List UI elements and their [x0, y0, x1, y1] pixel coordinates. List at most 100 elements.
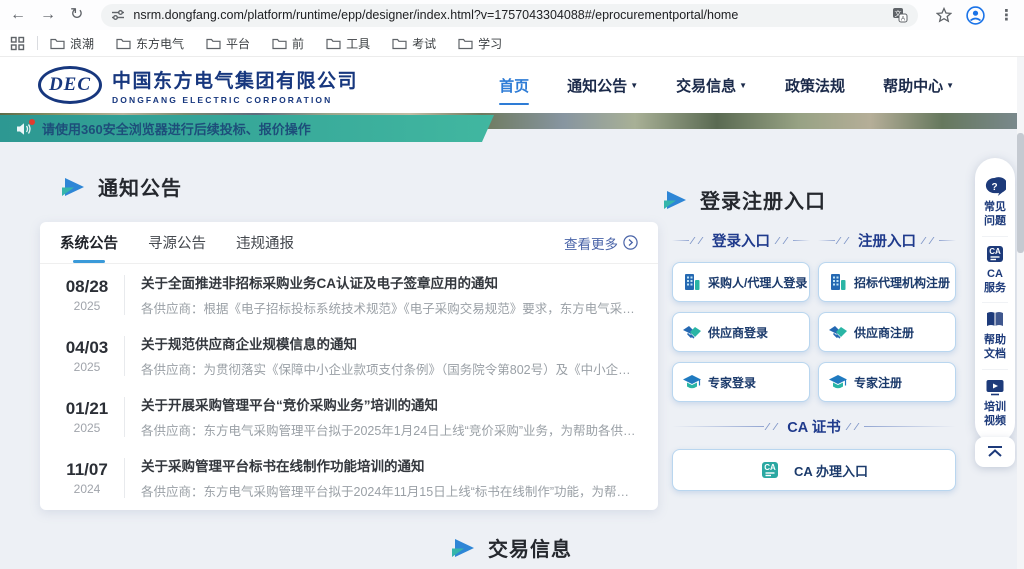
collapse-up-icon: [986, 445, 1004, 459]
notice-date: 01/21 2025: [62, 399, 112, 435]
circle-arrow-icon: [623, 235, 638, 250]
notice-ticker[interactable]: 请使用360安全浏览器进行后续投标、报价操作: [0, 115, 494, 142]
notice-date: 08/28 2025: [62, 277, 112, 313]
tab-system-notices[interactable]: 系统公告: [60, 222, 118, 263]
nav-help-center[interactable]: 帮助中心▼: [883, 75, 954, 96]
divider: [37, 36, 38, 50]
supplier-login-button[interactable]: 供应商登录: [672, 312, 810, 352]
trade-info-section: 交易信息: [0, 533, 1024, 562]
nav-home[interactable]: 首页: [499, 75, 529, 96]
bookmark-folder[interactable]: 考试: [392, 35, 436, 52]
bidding-agency-register-button[interactable]: 招标代理机构注册: [818, 262, 956, 302]
bookmarks-bar: 浪潮 东方电气 平台 前 工具 考试 学习: [0, 30, 1024, 57]
bookmark-folder[interactable]: 前: [272, 35, 304, 52]
bookmark-folder[interactable]: 工具: [326, 35, 370, 52]
notice-summary: 各供应商：东方电气采购管理平台拟于2024年11月15日上线“标书在线制作”功能…: [141, 481, 640, 500]
browser-toolbar: ← → ↻ nsrm.dongfang.com/platform/runtime…: [0, 0, 1024, 30]
sidebar-item-ca-service[interactable]: CA CA服务: [982, 236, 1008, 303]
folder-icon: [392, 37, 407, 50]
bookmark-star-icon[interactable]: [936, 7, 952, 23]
login-register-panel: 登录入口 注册入口 采购人/代理人登录 招标代理机构注册: [672, 230, 956, 491]
nav-notices[interactable]: 通知公告▼: [567, 75, 638, 96]
graduation-cap-icon: [682, 372, 702, 392]
notice-title[interactable]: 关于规范供应商企业规模信息的通知: [141, 333, 640, 353]
sidebar-item-help-docs[interactable]: 帮助文档: [982, 302, 1008, 369]
chevron-down-icon: ▼: [946, 81, 954, 90]
scrollbar-track[interactable]: [1017, 57, 1024, 569]
sidebar-item-training-videos[interactable]: 培训视频: [982, 369, 1008, 436]
nav-policies[interactable]: 政策法规: [785, 75, 845, 96]
register-entry-header: 注册入口: [818, 230, 956, 250]
section-arrow-icon: [62, 178, 84, 196]
notice-date: 04/03 2025: [62, 338, 112, 374]
ca-card-icon: CA: [985, 244, 1005, 264]
tab-sourcing-notices[interactable]: 寻源公告: [148, 222, 206, 263]
notice-title[interactable]: 关于开展采购管理平台“竞价采购业务”培训的通知: [141, 394, 640, 414]
chevron-down-icon: ▼: [630, 81, 638, 90]
notice-row[interactable]: 08/28 2025 关于全面推进非招标采购业务CA认证及电子签章应用的通知 各…: [40, 264, 658, 325]
purchaser-agent-login-button[interactable]: 采购人/代理人登录: [672, 262, 810, 302]
url-text[interactable]: nsrm.dongfang.com/platform/runtime/epp/d…: [133, 8, 884, 22]
login-section-title: 登录注册入口: [664, 185, 826, 214]
question-bubble-icon: ?: [984, 177, 1006, 197]
expert-login-button[interactable]: 专家登录: [672, 362, 810, 402]
notices-tabs: 系统公告 寻源公告 违规通报 查看更多: [40, 222, 658, 264]
quick-sidebar: ? 常见问题 CA CA服务 帮助文档 培训视频: [975, 158, 1015, 443]
notice-summary: 各供应商：根据《电子招标投标系统技术规范》《电子采购交易规范》要求，东方电气采购…: [141, 298, 640, 317]
notice-summary: 各供应商：东方电气采购管理平台拟于2025年1月24日上线“竞价采购”业务，为帮…: [141, 420, 640, 439]
expert-register-button[interactable]: 专家注册: [818, 362, 956, 402]
refresh-icon[interactable]: ↻: [70, 7, 83, 23]
book-icon: [985, 310, 1005, 330]
notice-row[interactable]: 11/07 2024 关于采购管理平台标书在线制作功能培训的通知 各供应商：东方…: [40, 447, 658, 508]
login-entry-header: 登录入口: [672, 230, 810, 250]
tab-violation-reports[interactable]: 违规通报: [236, 222, 294, 263]
site-header: DEC 中国东方电气集团有限公司 DONGFANG ELECTRIC CORPO…: [0, 57, 1024, 113]
notice-row[interactable]: 04/03 2025 关于规范供应商企业规模信息的通知 各供应商：为贯彻落实《保…: [40, 325, 658, 386]
building-icon: [828, 272, 848, 292]
url-bar[interactable]: nsrm.dongfang.com/platform/runtime/epp/d…: [101, 4, 918, 27]
supplier-register-button[interactable]: 供应商注册: [818, 312, 956, 352]
folder-icon: [206, 37, 221, 50]
browser-menu-icon[interactable]: ⋮: [999, 6, 1014, 24]
speaker-icon: [16, 122, 32, 136]
nav-trade-info[interactable]: 交易信息▼: [676, 75, 747, 96]
svg-text:CA: CA: [764, 463, 776, 472]
bookmark-folder[interactable]: 东方电气: [116, 35, 184, 52]
folder-icon: [272, 37, 287, 50]
dec-logo[interactable]: DEC: [38, 66, 102, 104]
section-arrow-icon: [664, 191, 686, 209]
apps-grid-icon[interactable]: [10, 36, 25, 51]
sidebar-item-faq[interactable]: ? 常见问题: [982, 170, 1008, 236]
ca-apply-button[interactable]: CA CA 办理入口: [672, 449, 956, 491]
folder-icon: [326, 37, 341, 50]
bookmark-folder[interactable]: 学习: [458, 35, 502, 52]
chevron-down-icon: ▼: [739, 81, 747, 90]
divider: [124, 336, 125, 376]
bookmark-folder[interactable]: 平台: [206, 35, 250, 52]
divider: [124, 275, 125, 315]
folder-icon: [116, 37, 131, 50]
company-name-en: DONGFANG ELECTRIC CORPORATION: [112, 95, 358, 105]
profile-avatar-icon[interactable]: [966, 6, 985, 25]
company-name-block: 中国东方电气集团有限公司 DONGFANG ELECTRIC CORPORATI…: [112, 66, 358, 105]
notice-summary: 各供应商：为贯彻落实《保障中小企业款项支付条例》（国务院令第802号）及《中小企…: [141, 359, 640, 378]
building-icon: [682, 272, 702, 292]
ca-certificate-header: CA 证书: [672, 416, 956, 437]
divider: [124, 397, 125, 437]
translate-icon[interactable]: 文 A: [892, 7, 908, 23]
ca-card-icon: CA: [760, 460, 780, 480]
section-arrow-icon: [452, 539, 474, 557]
forward-icon[interactable]: →: [40, 7, 56, 23]
notice-row[interactable]: 01/21 2025 关于开展采购管理平台“竞价采购业务”培训的通知 各供应商：…: [40, 386, 658, 447]
view-more-link[interactable]: 查看更多: [564, 233, 638, 253]
notice-title[interactable]: 关于采购管理平台标书在线制作功能培训的通知: [141, 455, 640, 475]
graduation-cap-icon: [828, 372, 848, 392]
back-icon[interactable]: ←: [10, 7, 26, 23]
notices-card: 系统公告 寻源公告 违规通报 查看更多 08/28 2025 关于全面推进非招标…: [40, 222, 658, 510]
bookmark-folder[interactable]: 浪潮: [50, 35, 94, 52]
site-settings-icon[interactable]: [111, 8, 125, 22]
scrollbar-thumb[interactable]: [1017, 133, 1024, 253]
collapse-sidebar-button[interactable]: [975, 437, 1015, 467]
divider: [124, 458, 125, 498]
notice-title[interactable]: 关于全面推进非招标采购业务CA认证及电子签章应用的通知: [141, 272, 640, 292]
